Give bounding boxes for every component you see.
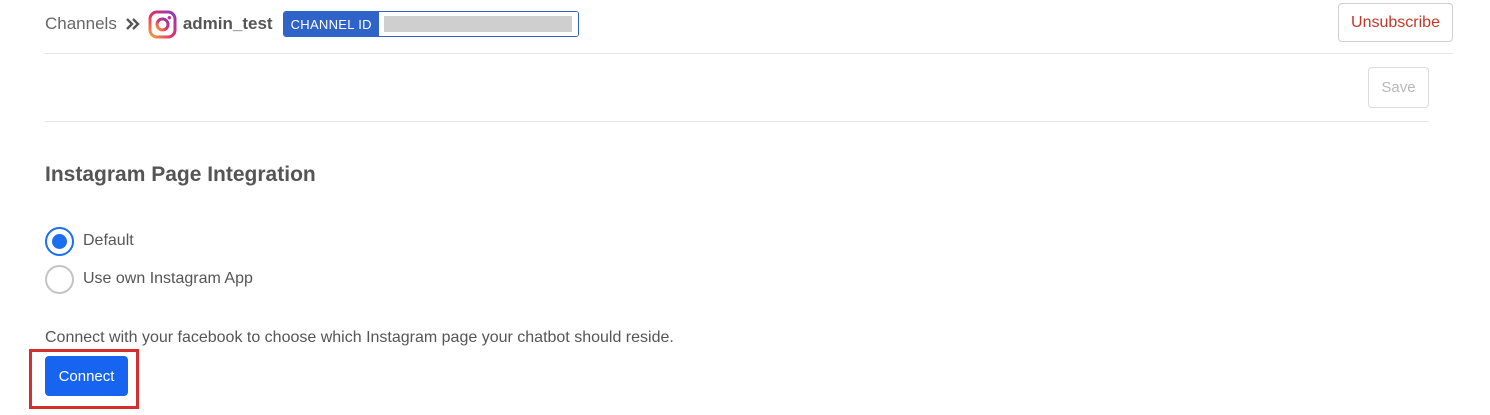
radio-option-own-app[interactable]: Use own Instagram App [45,264,253,294]
radio-button-own-app[interactable] [45,264,74,294]
save-button[interactable]: Save [1368,67,1429,108]
radio-option-default[interactable]: Default [45,226,253,256]
redacted-channel-id [383,16,572,32]
double-chevron-right-icon [125,18,140,30]
breadcrumb-channels-link[interactable]: Channels [45,14,117,34]
section-title: Instagram Page Integration [45,163,316,186]
radio-label-own-app: Use own Instagram App [83,270,253,287]
channel-id-badge: CHANNEL ID [282,11,579,37]
radio-label-default: Default [83,232,134,249]
channel-id-label: CHANNEL ID [283,12,379,36]
breadcrumb: Channels admin_test CHANNEL ID [45,9,579,39]
page-header: Channels admin_test CHANNEL ID Unsubscri… [45,0,1453,54]
channel-name: admin_test [182,14,273,33]
action-toolbar: Save [45,54,1429,122]
unsubscribe-button[interactable]: Unsubscribe [1338,3,1453,42]
connect-button[interactable]: Connect [45,356,128,396]
channel-id-value[interactable] [378,12,578,36]
instagram-icon [148,10,177,39]
integration-mode-radio-group: Default Use own Instagram App [45,226,253,302]
radio-button-default[interactable] [45,226,74,256]
connect-help-text: Connect with your facebook to choose whi… [45,329,674,346]
